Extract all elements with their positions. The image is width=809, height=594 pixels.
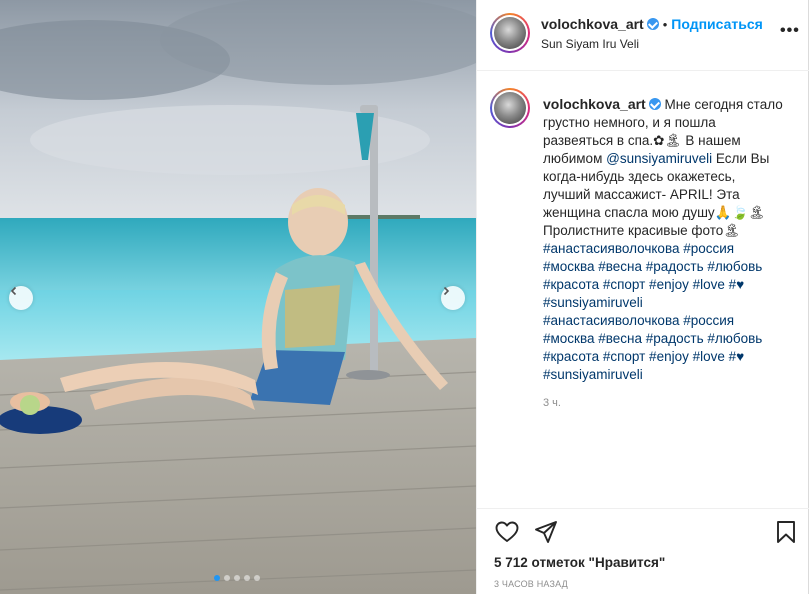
hashtag-line[interactable]: #sunsiyamiruveli bbox=[543, 295, 643, 310]
carousel-dot bbox=[244, 575, 250, 581]
caption-text: Мне сегодня стало bbox=[664, 97, 783, 112]
caption-text: развеяться в спа.✿🏝 В нашем bbox=[543, 133, 741, 148]
chevron-right-icon bbox=[443, 286, 450, 296]
hashtag-line[interactable]: #анастасияволочкова #россия bbox=[543, 241, 734, 256]
carousel-dot bbox=[254, 575, 260, 581]
hashtag-line[interactable]: #анастасияволочкова #россия bbox=[543, 313, 734, 328]
verified-icon bbox=[648, 98, 661, 110]
post-timestamp: 3 ЧАСОВ НАЗАД bbox=[494, 579, 568, 589]
hashtag-line[interactable]: #москва #весна #радость #любовь bbox=[543, 259, 762, 274]
carousel-next-button[interactable] bbox=[441, 286, 465, 310]
caption-username[interactable]: volochkova_art bbox=[543, 96, 646, 112]
carousel-dots bbox=[214, 575, 260, 581]
separator-dot: • bbox=[662, 17, 668, 32]
avatar[interactable] bbox=[490, 13, 530, 53]
more-icon[interactable]: ••• bbox=[780, 23, 800, 39]
post-header: volochkova_art • Подписаться Sun Siyam Iru… bbox=[477, 0, 809, 71]
share-button[interactable] bbox=[533, 519, 559, 545]
likes-count[interactable]: 5 712 отметок "Нравится" bbox=[494, 555, 665, 570]
caption-text: любимом bbox=[543, 151, 607, 166]
post-actions: 5 712 отметок "Нравится" 3 ЧАСОВ НАЗАД bbox=[477, 508, 809, 594]
caption-timestamp: 3 ч. bbox=[543, 397, 561, 409]
hashtag-line[interactable]: #москва #весна #радость #любовь bbox=[543, 331, 762, 346]
caption-text: женщина спасла мою душу🙏🍃🏝 bbox=[543, 205, 766, 220]
username-link[interactable]: volochkova_art bbox=[541, 16, 644, 32]
follow-button[interactable]: Подписаться bbox=[671, 16, 763, 32]
hashtag-line[interactable]: #красота #спорт #enjoy #love #♥ bbox=[543, 349, 744, 364]
hashtag-line[interactable]: #красота #спорт #enjoy #love #♥ bbox=[543, 277, 744, 292]
caption-text: Если Вы bbox=[712, 151, 770, 166]
post-caption: volochkova_art Мне сегодня стало грустно… bbox=[543, 95, 803, 384]
carousel-dot bbox=[234, 575, 240, 581]
carousel-prev-button[interactable] bbox=[9, 286, 33, 310]
caption-text: грустно немного, и я пошла bbox=[543, 115, 716, 130]
like-button[interactable] bbox=[494, 519, 520, 545]
caption-text: когда-нибудь здесь окажетесь, bbox=[543, 169, 736, 184]
location-link[interactable]: Sun Siyam Iru Veli bbox=[541, 37, 639, 51]
mention-link[interactable]: @sunsiyamiruveli bbox=[606, 151, 712, 166]
heart-icon bbox=[495, 521, 519, 542]
caption-text: лучший массажист- APRIL! Эта bbox=[543, 187, 740, 202]
post-photo[interactable] bbox=[0, 0, 476, 594]
caption-text: Пролистните красивые фото🏝 bbox=[543, 223, 741, 238]
chevron-left-icon bbox=[10, 286, 17, 296]
carousel-dot bbox=[214, 575, 220, 581]
save-button[interactable] bbox=[773, 519, 799, 545]
bookmark-icon bbox=[777, 521, 795, 543]
post-side-panel: volochkova_art • Подписаться Sun Siyam Iru… bbox=[476, 0, 809, 594]
share-icon bbox=[535, 521, 557, 543]
carousel-dot bbox=[224, 575, 230, 581]
header-user-line: volochkova_art • Подписаться bbox=[541, 16, 763, 32]
instagram-post: volochkova_art • Подписаться Sun Siyam Iru… bbox=[0, 0, 809, 594]
hashtag-line[interactable]: #sunsiyamiruveli bbox=[543, 367, 643, 382]
verified-icon bbox=[646, 18, 659, 30]
photo-illustration bbox=[0, 0, 476, 594]
caption-avatar[interactable] bbox=[490, 88, 530, 128]
